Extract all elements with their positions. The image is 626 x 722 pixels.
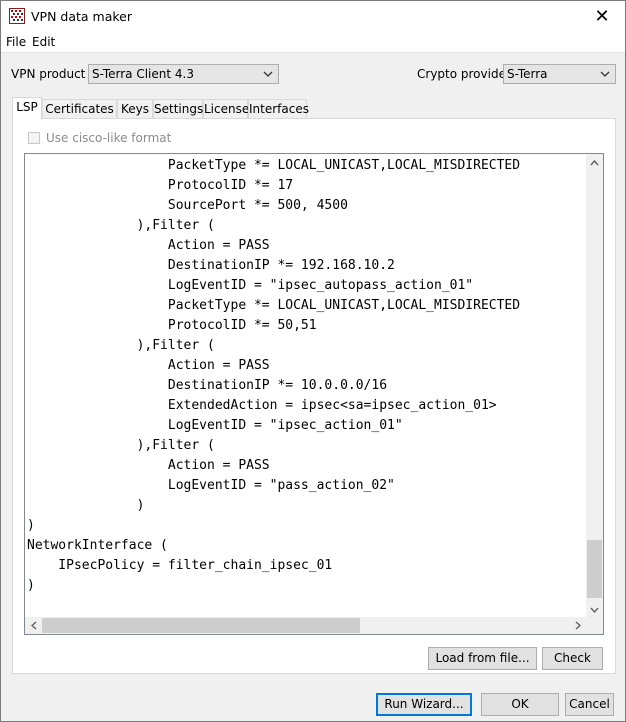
menu-edit[interactable]: Edit — [32, 35, 55, 49]
code-line: DestinationIP *= 10.0.0.0/16 — [27, 378, 388, 393]
lsp-code[interactable]: PacketType *= LOCAL_UNICAST,LOCAL_MISDIR… — [27, 156, 520, 596]
code-line: PacketType *= LOCAL_UNICAST,LOCAL_MISDIR… — [27, 158, 521, 173]
close-icon: ✕ — [594, 6, 610, 27]
tab-certificates[interactable]: Certificates — [42, 99, 117, 118]
code-line: ) — [27, 578, 35, 593]
chevron-down-icon — [263, 71, 273, 77]
load-from-file-button[interactable]: Load from file... — [428, 647, 537, 670]
run-wizard-button[interactable]: Run Wizard... — [376, 693, 472, 716]
vertical-scrollbar[interactable] — [586, 154, 603, 618]
code-line: Action = PASS — [27, 238, 270, 253]
tab-license[interactable]: License — [203, 99, 249, 118]
crypto-provider-select[interactable]: S-Terra — [503, 64, 616, 84]
code-line: Action = PASS — [27, 358, 270, 373]
code-line: NetworkInterface ( — [27, 538, 168, 553]
code-line: ),Filter ( — [27, 338, 215, 353]
code-line: ProtocolID *= 50,51 — [27, 318, 317, 333]
cisco-format-checkbox[interactable] — [28, 132, 40, 144]
scroll-right-icon[interactable] — [569, 617, 586, 634]
lsp-text-editor[interactable]: PacketType *= LOCAL_UNICAST,LOCAL_MISDIR… — [24, 153, 604, 635]
code-line: IPsecPolicy = filter_chain_ipsec_01 — [27, 558, 333, 573]
window-title: VPN data maker — [31, 9, 133, 24]
scroll-down-icon[interactable] — [586, 601, 603, 618]
vpn-product-value: S-Terra Client 4.3 — [92, 67, 194, 81]
code-line: LogEventID = "pass_action_02" — [27, 478, 395, 493]
code-line: ExtendedAction = ipsec<sa=ipsec_action_0… — [27, 398, 497, 413]
code-line: Action = PASS — [27, 458, 270, 473]
ok-button[interactable]: OK — [481, 693, 559, 716]
tab-keys[interactable]: Keys — [117, 99, 153, 118]
code-line: ) — [27, 498, 145, 513]
vpn-product-label: VPN product — [11, 67, 86, 81]
app-icon — [9, 8, 25, 24]
code-line: LogEventID = "ipsec_action_01" — [27, 418, 403, 433]
code-line: PacketType *= LOCAL_UNICAST,LOCAL_MISDIR… — [27, 298, 521, 313]
code-line: DestinationIP *= 192.168.10.2 — [27, 258, 395, 273]
code-line: ) — [27, 518, 35, 533]
code-line: ),Filter ( — [27, 218, 215, 233]
vpn-product-select[interactable]: S-Terra Client 4.3 — [88, 64, 279, 84]
cisco-format-label: Use cisco-like format — [46, 131, 172, 145]
chevron-down-icon — [600, 71, 610, 77]
title-bar[interactable]: VPN data maker ✕ — [1, 1, 625, 32]
scroll-left-icon[interactable] — [25, 617, 42, 634]
lsp-tab-panel: Use cisco-like format PacketType *= LOCA… — [12, 118, 616, 674]
crypto-provider-value: S-Terra — [507, 67, 548, 81]
menu-file[interactable]: File — [6, 35, 26, 49]
menu-bar: File Edit — [1, 32, 625, 53]
check-button[interactable]: Check — [542, 647, 603, 670]
horizontal-scroll-thumb[interactable] — [42, 618, 360, 633]
cancel-button[interactable]: Cancel — [565, 693, 614, 716]
code-line: SourcePort *= 500, 4500 — [27, 198, 348, 213]
crypto-provider-label: Crypto provider — [417, 67, 511, 81]
vpn-data-maker-window: VPN data maker ✕ File Edit VPN product S… — [0, 0, 626, 722]
horizontal-scrollbar[interactable] — [25, 617, 586, 634]
code-line: LogEventID = "ipsec_autopass_action_01" — [27, 278, 474, 293]
tab-interfaces[interactable]: Interfaces — [248, 99, 309, 118]
scroll-up-icon[interactable] — [586, 154, 603, 171]
close-button[interactable]: ✕ — [579, 1, 625, 32]
code-line: ProtocolID *= 17 — [27, 178, 294, 193]
vertical-scroll-thumb[interactable] — [587, 540, 602, 598]
scroll-corner — [586, 617, 603, 634]
tab-lsp[interactable]: LSP — [12, 97, 42, 120]
tab-settings[interactable]: Settings — [153, 99, 203, 118]
code-line: ),Filter ( — [27, 438, 215, 453]
